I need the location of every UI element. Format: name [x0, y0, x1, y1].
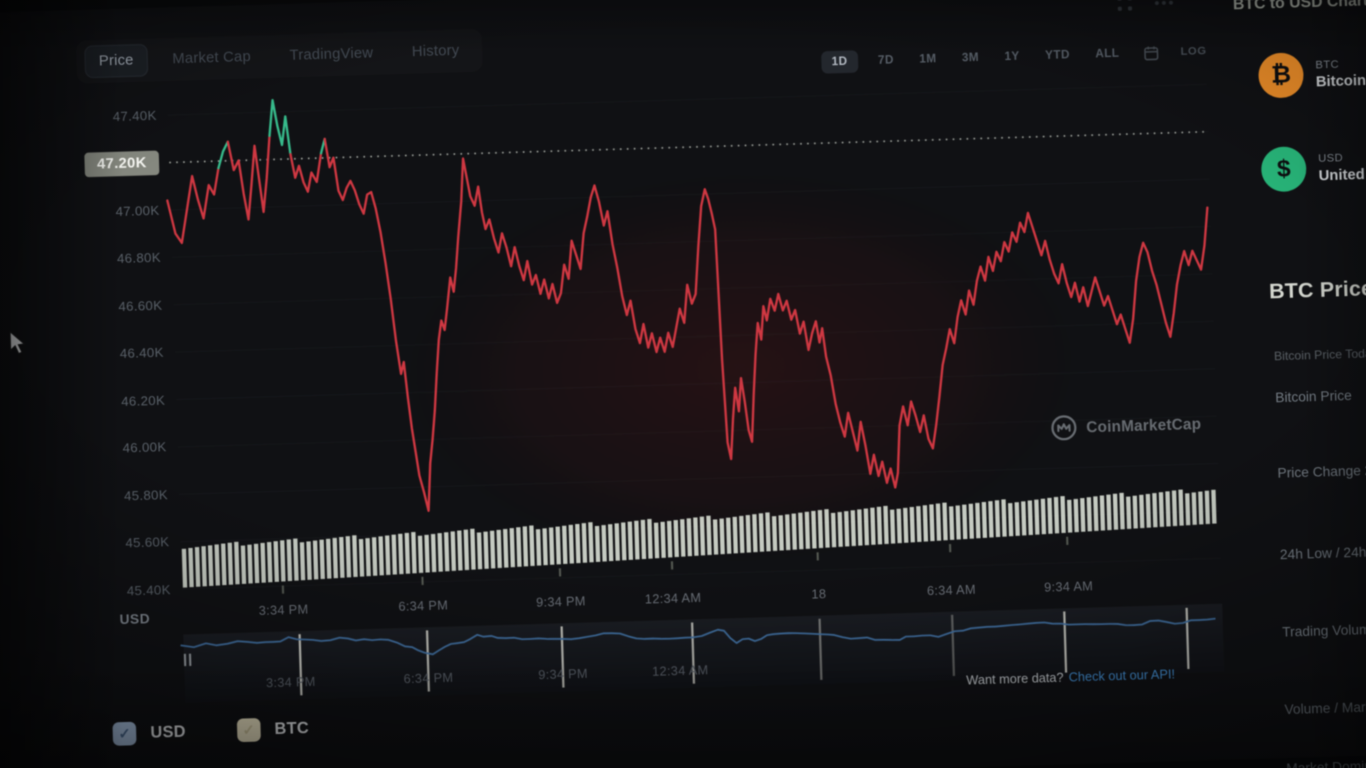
navigator-tick-label: 9:34 PM — [538, 666, 588, 682]
range-1d[interactable]: 1D — [821, 50, 858, 74]
log-scale-toggle[interactable]: LOG — [1180, 45, 1207, 58]
x-tick-label: 9:34 AM — [1044, 579, 1093, 595]
stat-row: Trading Volume 24h — [1282, 621, 1366, 640]
coin-symbol: BTC — [1315, 57, 1365, 71]
tab-price[interactable]: Price — [84, 44, 148, 79]
tab-market-cap[interactable]: Market Cap — [158, 40, 266, 76]
coin-text: USDUnited States Dollar — [1318, 148, 1366, 184]
x-tick-label: 6:34 AM — [927, 582, 976, 598]
current-price-tag: 47.20K — [84, 151, 159, 178]
grid-apps-icon[interactable] — [1117, 0, 1132, 11]
stat-row: Volume / Market Cap — [1284, 698, 1366, 717]
coin-text: BTCBitcoin — [1315, 57, 1366, 90]
more-options-icon[interactable]: ••• — [1154, 0, 1176, 11]
y-tick-label: 47.40K — [83, 107, 157, 124]
y-axis-unit-label: USD — [98, 610, 172, 627]
watermark-text: CoinMarketCap — [1086, 415, 1201, 436]
y-tick-label: 46.40K — [90, 344, 164, 361]
y-tick-label: 46.20K — [91, 392, 165, 409]
coinmarketcap-logo-icon — [1050, 414, 1077, 441]
y-tick-label: 46.80K — [87, 249, 161, 266]
price-chart[interactable] — [0, 0, 1366, 768]
range-1y[interactable]: 1Y — [999, 45, 1025, 68]
legend-label: BTC — [274, 719, 309, 738]
navigator-tick-label: 12:34 AM — [652, 663, 709, 679]
tab-history[interactable]: History — [397, 34, 474, 69]
legend-label: USD — [150, 723, 186, 742]
x-tick-label: 3:34 PM — [259, 602, 309, 618]
range-ytd[interactable]: YTD — [1040, 44, 1076, 67]
coinmarketcap-chart-page: ••• Price Market CapTradingView History 1D… — [0, 0, 1366, 768]
photo-frame: ••• Price Market CapTradingView History 1D… — [0, 0, 1366, 768]
range-3m[interactable]: 3M — [957, 46, 985, 69]
usd-coin-icon: $ — [1261, 146, 1307, 192]
btc-coin-icon: ₿ — [1258, 52, 1304, 98]
stat-row: Market Dominance — [1286, 758, 1366, 768]
corner-icons: ••• — [1117, 0, 1175, 12]
range-1m[interactable]: 1M — [914, 48, 942, 71]
coin-row-btc[interactable]: ₿ BTCBitcoin — [1258, 50, 1366, 98]
coin-row-usd[interactable]: $ USDUnited States Dollar — [1261, 142, 1366, 193]
x-tick-label: 18 — [811, 587, 826, 602]
sidebar-section-label: Bitcoin Price Today — [1274, 346, 1366, 363]
y-tick-label: 45.80K — [94, 487, 168, 504]
x-tick-label: 12:34 AM — [645, 591, 702, 607]
calendar-icon[interactable] — [1144, 45, 1160, 61]
y-tick-label: 46.00K — [93, 439, 167, 456]
legend-item-usd[interactable]: ✓ USD — [112, 720, 186, 746]
range-all[interactable]: ALL — [1090, 42, 1125, 65]
stat-row: 24h Low / 24h High — [1280, 543, 1366, 562]
legend-item-btc[interactable]: ✓ BTC — [236, 717, 309, 743]
tab-tradingview[interactable]: TradingView — [275, 37, 388, 73]
coin-name: United States Dollar — [1318, 164, 1366, 184]
btc-checkbox[interactable]: ✓ — [236, 718, 260, 742]
navigator-tick-label: 3:34 PM — [266, 675, 316, 691]
x-tick-label: 9:34 PM — [536, 594, 586, 610]
x-tick-label: 6:34 PM — [398, 598, 448, 614]
navigator-tick-label: 6:34 PM — [403, 670, 453, 686]
stat-row: Price Change 24h — [1277, 462, 1366, 481]
mouse-cursor — [9, 330, 30, 357]
y-tick-label: 46.60K — [89, 297, 163, 314]
cta-text: Want more data? — [966, 671, 1064, 688]
stat-row: Bitcoin Price — [1275, 388, 1352, 406]
y-tick-label: 47.00K — [86, 202, 160, 219]
range-7d[interactable]: 7D — [873, 49, 900, 72]
coin-name: Bitcoin — [1316, 72, 1366, 90]
coin-symbol: USD — [1318, 148, 1366, 164]
y-tick-label: 45.60K — [96, 534, 170, 551]
usd-checkbox[interactable]: ✓ — [112, 722, 136, 746]
y-tick-label: 45.40K — [97, 581, 171, 598]
watermark: CoinMarketCap — [1050, 410, 1201, 441]
